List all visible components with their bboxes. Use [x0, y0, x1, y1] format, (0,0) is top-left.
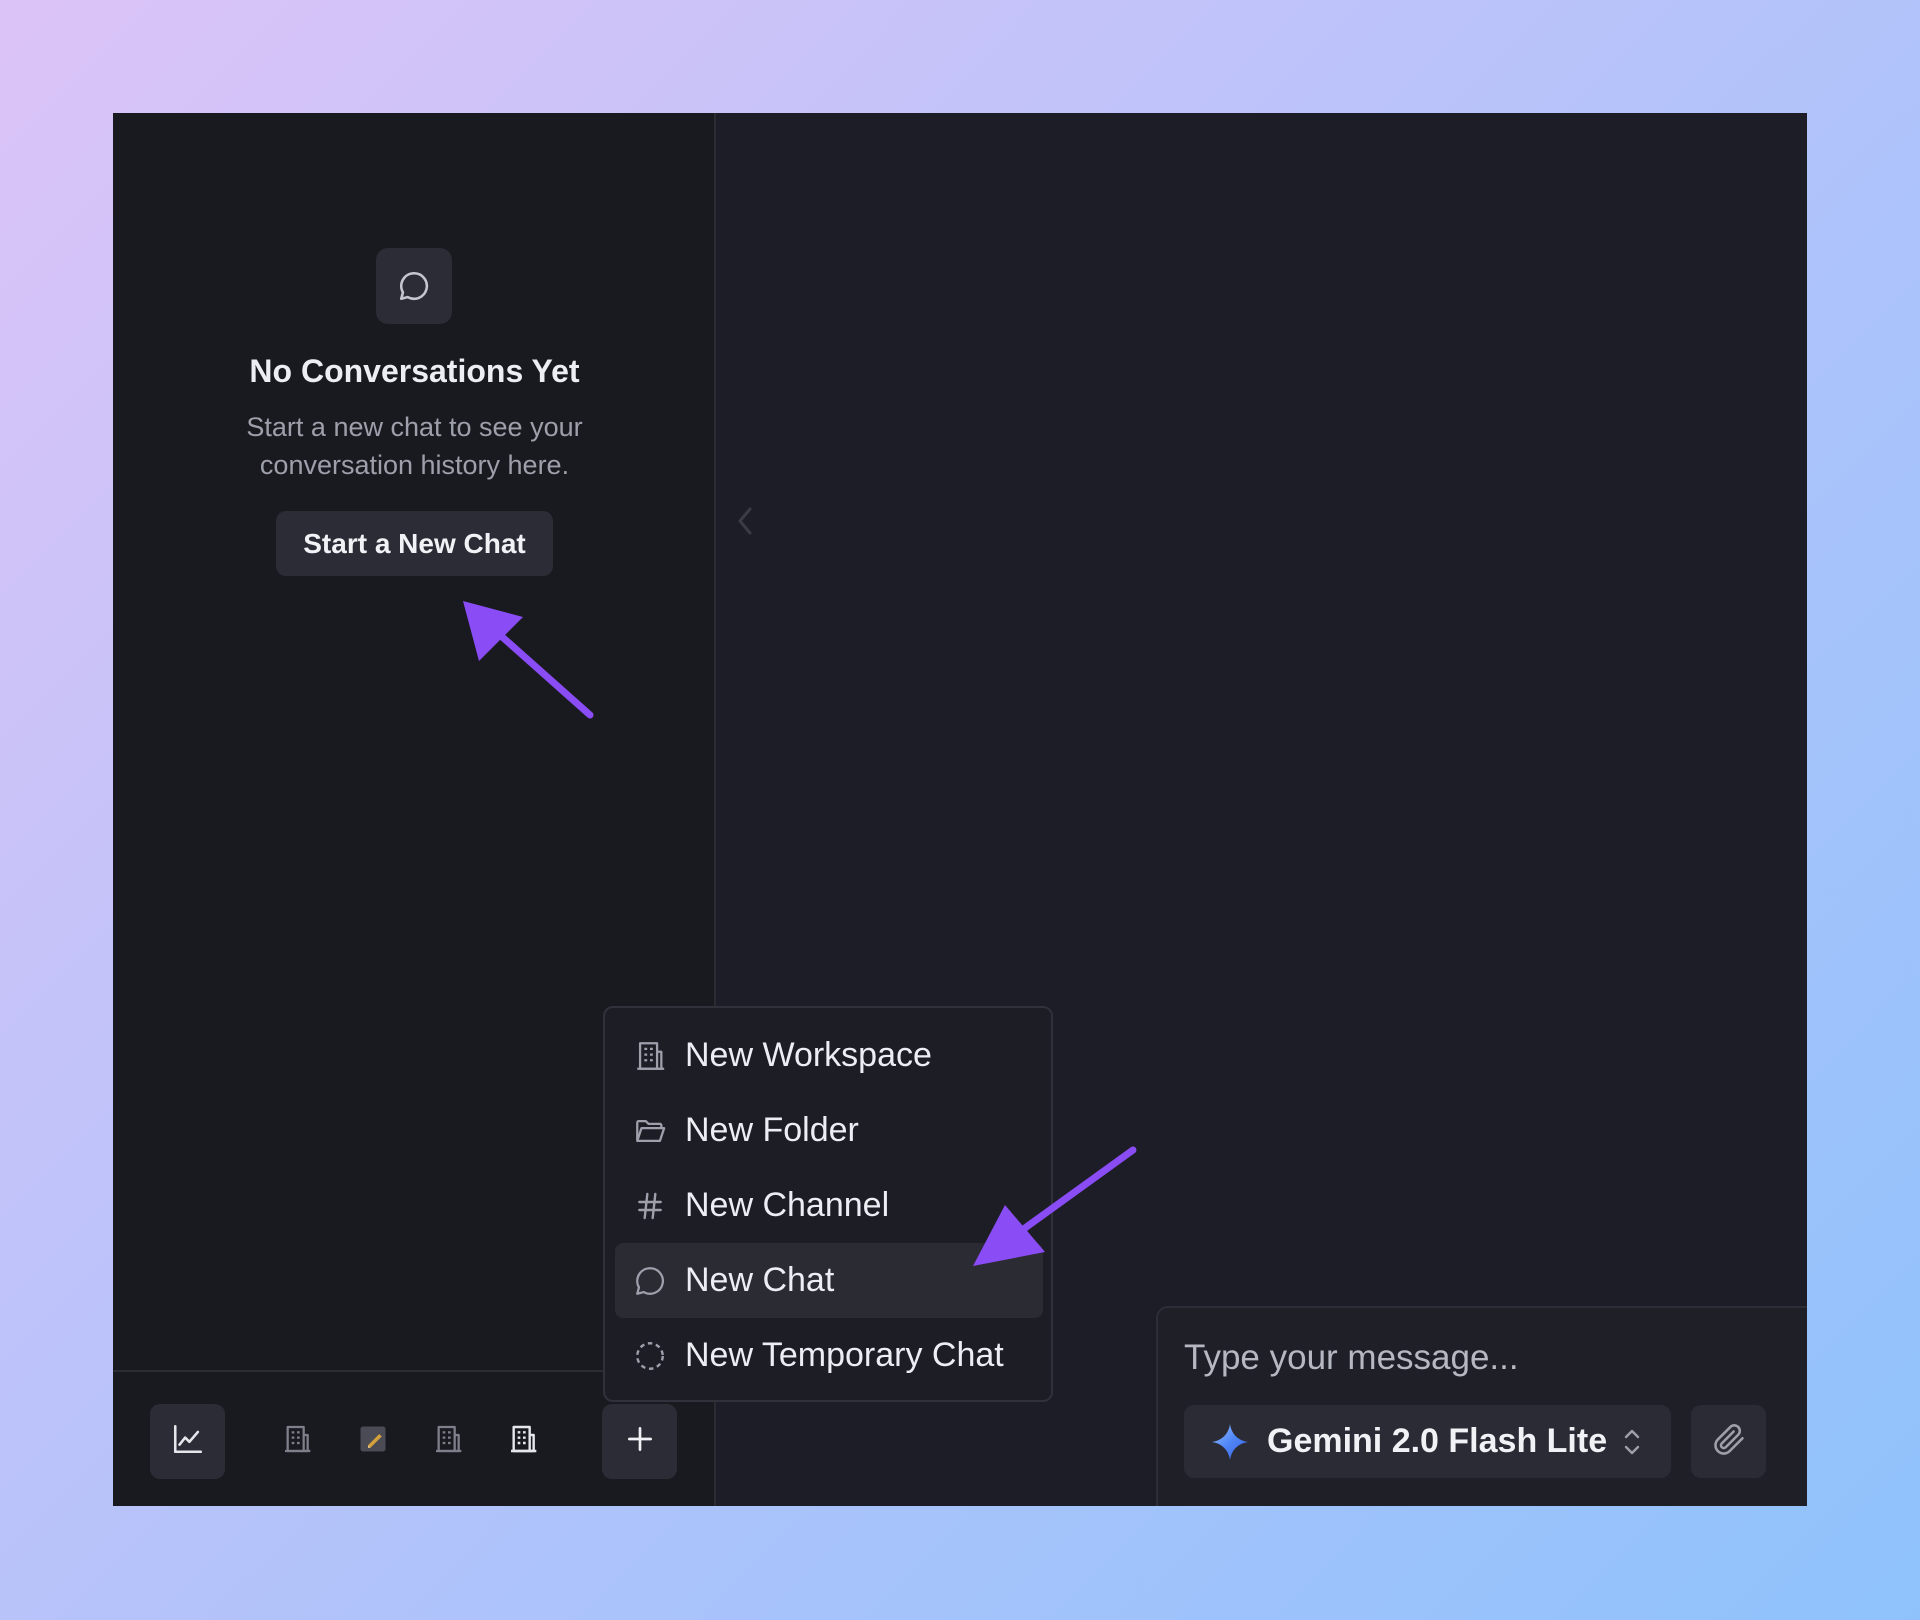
chevron-updown-icon	[1621, 1425, 1643, 1459]
collapse-sidebar-chevron-icon[interactable]	[730, 501, 760, 541]
app-window: No Conversations Yet Start a new chat to…	[113, 113, 1807, 1506]
plus-icon	[624, 1423, 656, 1460]
message-composer: Gemini 2.0 Flash Lite	[1156, 1306, 1807, 1506]
building-icon	[432, 1423, 464, 1460]
analytics-button[interactable]	[150, 1404, 225, 1479]
notepad-icon	[358, 1424, 388, 1459]
menu-item-label: New Chat	[685, 1261, 835, 1299]
empty-state-title: No Conversations Yet	[249, 353, 580, 389]
folder-icon	[631, 1112, 669, 1150]
workspace-button-3[interactable]	[431, 1424, 465, 1458]
dashed-circle-icon	[631, 1337, 669, 1375]
annotation-arrow-start-chat	[463, 601, 594, 719]
menu-item-label: New Workspace	[685, 1036, 932, 1074]
start-new-chat-button[interactable]: Start a New Chat	[276, 511, 553, 576]
message-input[interactable]	[1184, 1334, 1784, 1382]
chat-bubble-icon	[376, 248, 452, 324]
building-icon	[507, 1423, 539, 1460]
model-label: Gemini 2.0 Flash Lite	[1267, 1422, 1608, 1460]
new-menu-button[interactable]	[602, 1404, 677, 1479]
gemini-sparkle-icon	[1210, 1422, 1250, 1462]
chat-bubble-icon	[631, 1262, 669, 1300]
menu-item-new-workspace[interactable]: New Workspace	[615, 1018, 1043, 1093]
model-selector[interactable]: Gemini 2.0 Flash Lite	[1184, 1405, 1671, 1478]
workspace-button-2[interactable]	[356, 1424, 390, 1458]
empty-state-description: Start a new chat to see your conversatio…	[246, 412, 583, 480]
chart-icon	[171, 1422, 205, 1461]
workspace-button-1[interactable]	[280, 1424, 314, 1458]
building-icon	[631, 1037, 669, 1075]
menu-item-new-temporary-chat[interactable]: New Temporary Chat	[615, 1318, 1043, 1393]
paperclip-icon	[1711, 1421, 1747, 1462]
menu-item-label: New Channel	[685, 1186, 890, 1224]
annotation-arrow-new-chat	[973, 1146, 1137, 1266]
menu-item-label: New Temporary Chat	[685, 1336, 1004, 1374]
attach-button[interactable]	[1691, 1405, 1766, 1478]
workspace-button-4[interactable]	[506, 1424, 540, 1458]
hash-icon	[631, 1187, 669, 1225]
menu-item-label: New Folder	[685, 1111, 859, 1149]
building-icon	[281, 1423, 313, 1460]
